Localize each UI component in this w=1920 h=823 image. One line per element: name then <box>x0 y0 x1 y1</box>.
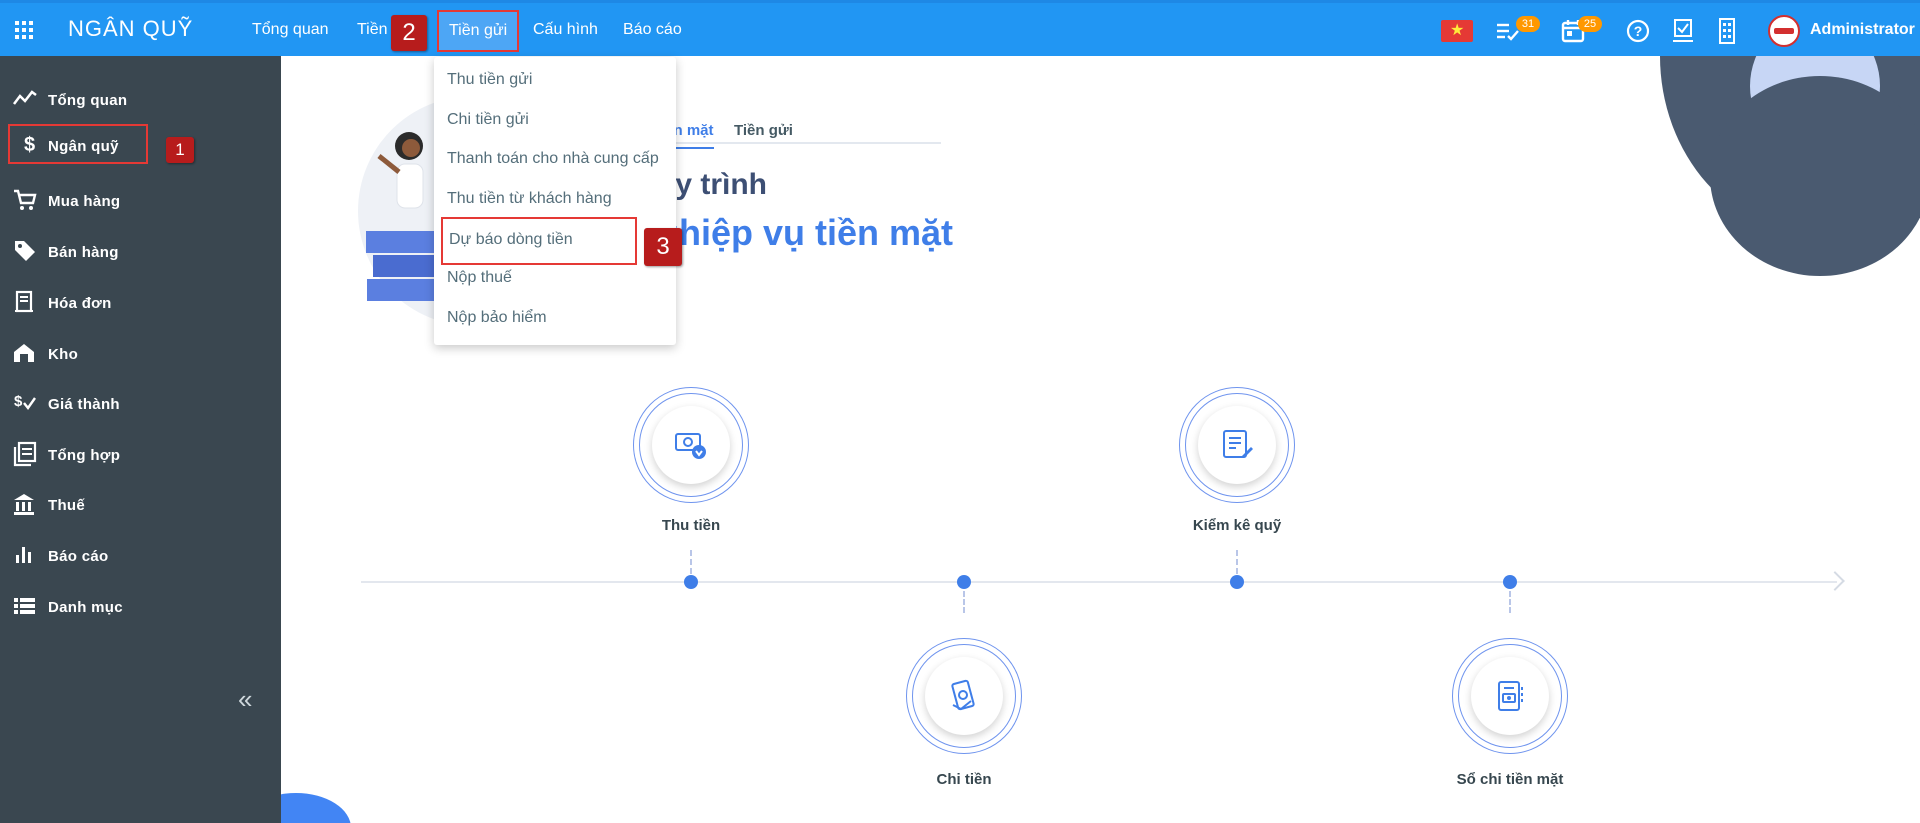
step-cash-count[interactable] <box>1179 387 1295 503</box>
decor-blob <box>1710 76 1920 276</box>
sidebar-item-purchase[interactable]: Mua hàng <box>12 179 262 219</box>
sidebar-item-summary[interactable]: Tổng hợp <box>12 433 262 473</box>
sidebar-item-invoice[interactable]: Hóa đơn <box>12 281 262 321</box>
sidebar-item-label: Tổng quan <box>48 92 128 109</box>
apps-grid-icon[interactable] <box>12 18 36 42</box>
cash-out-icon <box>951 679 975 711</box>
step-cash-ledger[interactable] <box>1452 638 1568 754</box>
svg-text:?: ? <box>1634 23 1643 39</box>
trend-icon <box>13 90 37 105</box>
sidebar: Tổng quan $ Ngân quỹ Mua hàng Bán hàng H… <box>0 56 281 823</box>
step-pay-cash[interactable] <box>906 638 1022 754</box>
app-title: NGÂN QUỸ <box>68 16 194 41</box>
menu-item-insurance-payment[interactable]: Nộp bảo hiểm <box>447 309 547 327</box>
timeline-dot <box>1230 575 1244 589</box>
person-illustration <box>377 132 424 209</box>
topnav-cash[interactable]: Tiền <box>357 3 388 56</box>
step-marker-1: 1 <box>166 137 194 163</box>
step-icon-holder <box>652 406 730 484</box>
sidebar-item-catalog[interactable]: Danh mục <box>12 585 262 625</box>
timeline-connector <box>1236 550 1238 574</box>
tasks-count-badge: 31 <box>1516 16 1540 32</box>
step-marker-2: 2 <box>391 15 427 51</box>
sidebar-item-cost[interactable]: $ Giá thành <box>12 382 262 422</box>
timeline-connector <box>963 591 965 613</box>
timeline-dot <box>1503 575 1517 589</box>
timeline-dot <box>684 575 698 589</box>
cash-book-icon <box>1498 681 1523 711</box>
sidebar-item-report[interactable]: Báo cáo <box>12 534 262 574</box>
step-icon-holder <box>1198 406 1276 484</box>
list-icon <box>14 598 35 614</box>
sidebar-item-warehouse[interactable]: Kho <box>12 332 262 372</box>
warehouse-icon <box>14 344 34 362</box>
sidebar-item-label: Báo cáo <box>48 548 109 565</box>
sidebar-item-treasury[interactable]: $ Ngân quỹ <box>8 124 148 164</box>
step-label-receive-cash: Thu tiền <box>661 517 721 534</box>
sidebar-item-label: Bán hàng <box>48 244 119 261</box>
step-receive-cash[interactable] <box>633 387 749 503</box>
sidebar-item-label: Hóa đơn <box>48 295 112 312</box>
svg-text:$: $ <box>24 134 35 156</box>
step-label-cash-count: Kiểm kê quỹ <box>1192 517 1282 534</box>
sidebar-item-label: Tổng hợp <box>48 447 121 464</box>
process-timeline <box>361 581 1837 583</box>
deposit-dropdown-menu: Thu tiền gửi Chi tiền gửi Thanh toán cho… <box>434 57 676 345</box>
building-icon[interactable] <box>1713 17 1741 45</box>
sidebar-item-label: Mua hàng <box>48 193 121 210</box>
vietnam-flag-icon[interactable]: ★ <box>1441 20 1473 42</box>
timeline-dot <box>957 575 971 589</box>
menu-item-deposit-payment[interactable]: Chi tiền gửi <box>447 111 529 129</box>
sidebar-item-overview[interactable]: Tổng quan <box>12 78 262 118</box>
timeline-connector <box>1509 591 1511 613</box>
bank-icon <box>14 494 34 515</box>
step-label-pay-cash: Chi tiền <box>936 771 992 788</box>
username[interactable]: Administrator <box>1810 21 1915 39</box>
topnav-deposit[interactable]: Tiền gửi <box>437 10 520 52</box>
ledger-icon <box>13 441 37 467</box>
topnav-overview[interactable]: Tổng quan <box>252 3 329 56</box>
dollar-icon: $ <box>24 134 35 156</box>
bar-chart-icon <box>16 547 31 563</box>
topnav-config[interactable]: Cấu hình <box>533 3 598 56</box>
collapse-sidebar-button[interactable]: « <box>238 684 252 715</box>
decor-blob <box>281 793 351 823</box>
tag-icon <box>15 241 35 261</box>
step-icon-holder <box>1471 657 1549 735</box>
cash-in-icon <box>675 433 706 459</box>
menu-item-cash-flow-forecast[interactable]: Dự báo dòng tiền <box>441 217 637 265</box>
tab-deposit[interactable]: Tiền gửi <box>734 122 793 139</box>
sidebar-item-label: Giá thành <box>48 396 120 413</box>
step-icon-holder <box>925 657 1003 735</box>
calendar-count-badge: 25 <box>1578 16 1602 32</box>
sidebar-item-label: Danh mục <box>48 599 123 616</box>
menu-item-supplier-payment[interactable]: Thanh toán cho nhà cung cấp <box>447 150 659 168</box>
timeline-arrow-icon <box>1825 571 1845 591</box>
cart-icon <box>14 189 37 210</box>
menu-item-customer-receipt[interactable]: Thu tiền từ khách hàng <box>447 190 612 208</box>
top-bar: NGÂN QUỸ Tổng quan Tiền Tiền gửi Cấu hìn… <box>0 0 1920 56</box>
sidebar-item-sales[interactable]: Bán hàng <box>12 230 262 270</box>
menu-item-deposit-receipt[interactable]: Thu tiền gửi <box>447 71 532 89</box>
topnav-report[interactable]: Báo cáo <box>623 3 682 56</box>
sidebar-item-label: Thuế <box>48 497 86 514</box>
process-subtitle: ghiệp vụ tiền mặt <box>657 212 954 253</box>
user-avatar[interactable] <box>1768 15 1800 47</box>
sidebar-item-tax[interactable]: Thuế <box>12 483 262 523</box>
timeline-connector <box>690 550 692 574</box>
step-marker-3: 3 <box>644 228 682 266</box>
step-label-cash-ledger: Sổ chi tiền mặt <box>1456 771 1564 788</box>
menu-item-tax-payment[interactable]: Nộp thuế <box>447 269 512 287</box>
process-tabs: iền mặt Tiền gửi <box>661 114 941 149</box>
approval-icon[interactable] <box>1670 17 1698 45</box>
help-icon[interactable]: ? <box>1624 17 1652 45</box>
sidebar-item-label: Ngân quỹ <box>48 138 119 155</box>
audit-document-icon <box>1223 430 1253 458</box>
receipt-icon <box>15 290 33 313</box>
cost-icon: $ <box>14 393 36 411</box>
svg-text:$: $ <box>14 393 23 410</box>
sidebar-item-label: Kho <box>48 346 79 363</box>
